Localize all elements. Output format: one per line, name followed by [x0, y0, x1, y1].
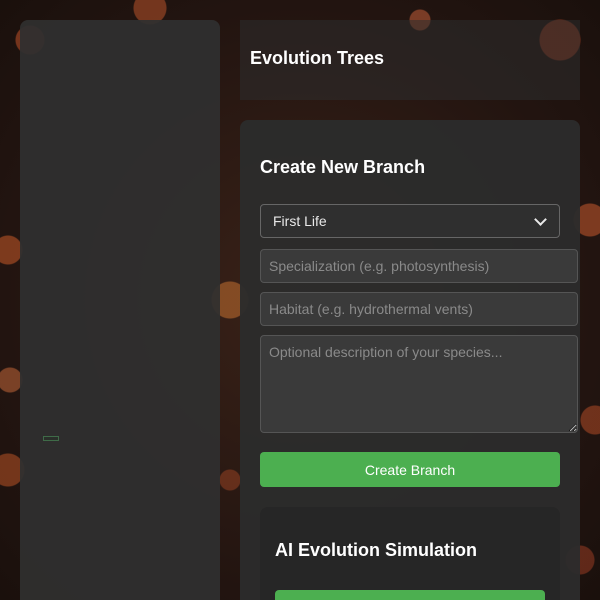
parent-branch-selected-value: First Life: [273, 213, 327, 229]
description-textarea[interactable]: [260, 335, 578, 433]
specialization-input[interactable]: [260, 249, 578, 283]
habitat-input[interactable]: [260, 292, 578, 326]
ai-simulation-button[interactable]: [275, 590, 545, 600]
chevron-down-icon: [534, 212, 547, 226]
collapse-handle[interactable]: [43, 436, 59, 441]
create-branch-button[interactable]: Create Branch: [260, 452, 560, 487]
parent-branch-select[interactable]: First Life: [260, 204, 560, 238]
ai-simulation-title: AI Evolution Simulation: [275, 540, 477, 560]
tree-sidebar-panel: [20, 20, 220, 600]
page-title: Evolution Trees: [250, 48, 385, 68]
create-branch-title: Create New Branch: [260, 157, 426, 177]
